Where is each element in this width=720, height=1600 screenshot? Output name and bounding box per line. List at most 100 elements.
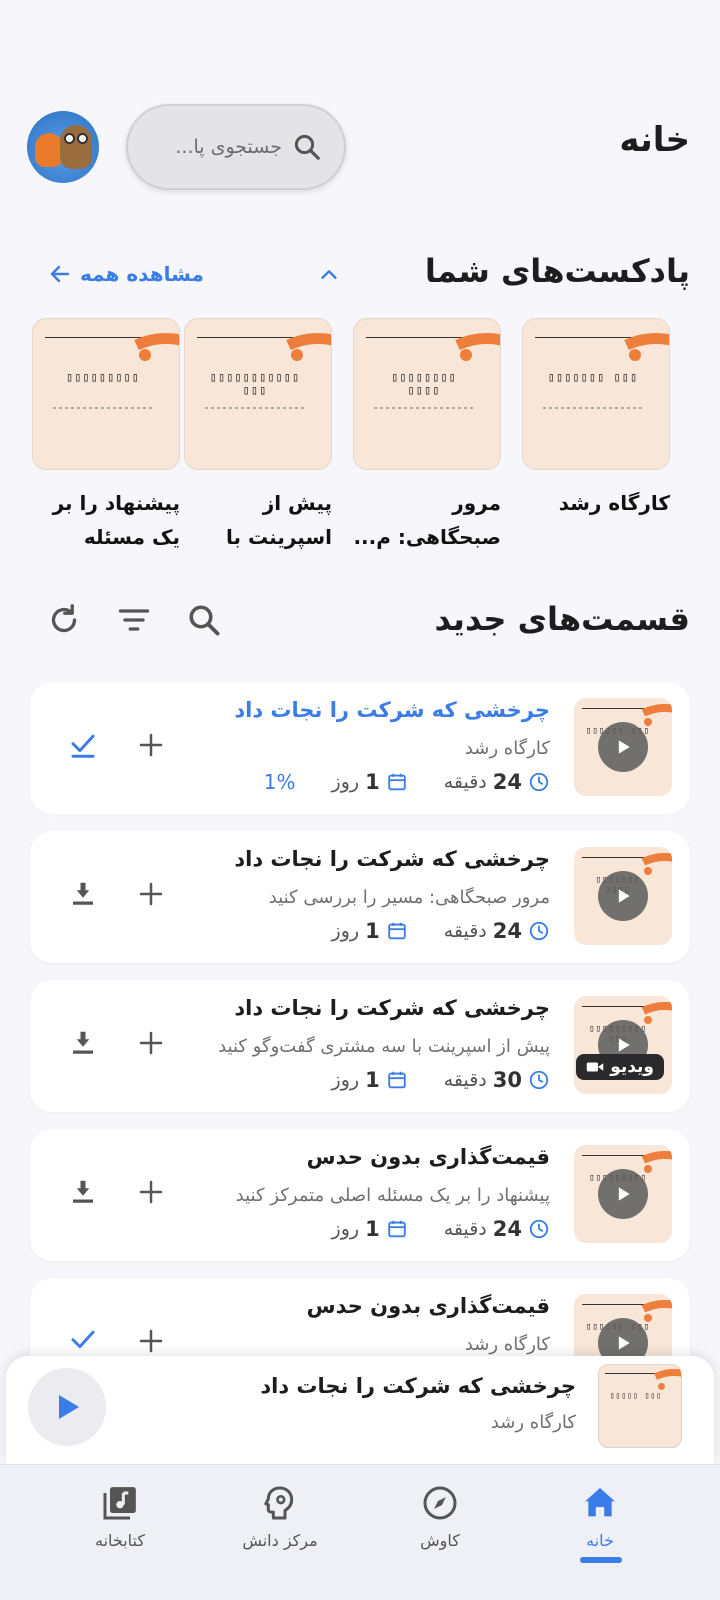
play-icon xyxy=(618,1038,630,1052)
play-icon xyxy=(618,1187,630,1201)
plus-icon[interactable] xyxy=(136,1028,166,1058)
episode-title: قیمت‌گذاری بدون حدس xyxy=(306,1145,550,1169)
check-icon[interactable] xyxy=(68,730,98,760)
home-icon xyxy=(585,1488,615,1517)
arrow-left-icon xyxy=(50,265,70,283)
search-episodes-icon[interactable] xyxy=(186,602,222,638)
download-icon[interactable] xyxy=(68,1028,98,1058)
nav-knowledge[interactable]: مرکز دانش xyxy=(210,1483,350,1550)
age-value: 1 xyxy=(365,919,380,943)
episode-meta: 30 دقیقه 1 روز xyxy=(332,1068,550,1092)
age-unit: روز xyxy=(331,920,360,942)
podcast-title: مرور صبحگاهی: م... xyxy=(353,491,501,549)
header: خانه جستجوی پا... xyxy=(0,100,720,192)
play-button[interactable] xyxy=(598,1169,648,1219)
search-field[interactable]: جستجوی پا... xyxy=(126,104,346,190)
duration-value: 24 xyxy=(492,1217,522,1241)
duration-unit: دقیقه xyxy=(443,920,487,942)
episode-card[interactable]: ▯▯▯▯▯▯ ▯▯▯ چرخشی که شرکت را نجات داد کار… xyxy=(30,682,690,814)
download-icon[interactable] xyxy=(68,879,98,909)
episode-meta: 24 دقیقه 1 روز 1% xyxy=(264,770,550,794)
mini-player-play-button[interactable] xyxy=(28,1368,106,1446)
nav-home[interactable]: خانه xyxy=(530,1483,670,1550)
plus-icon[interactable] xyxy=(136,730,166,760)
episode-title: چرخشی که شرکت را نجات داد xyxy=(234,698,550,722)
duration-value: 30 xyxy=(492,1068,522,1092)
play-button[interactable] xyxy=(598,871,648,921)
check-icon[interactable] xyxy=(68,1326,98,1356)
nav-explore-label: کاوش xyxy=(420,1531,460,1550)
mini-player[interactable]: ▯▯▯▯▯ ▯▯▯ چرخشی که شرکت را نجات داد کارگ… xyxy=(6,1356,714,1464)
avatar[interactable] xyxy=(27,111,99,183)
clock-icon xyxy=(529,1070,549,1090)
podcast-card[interactable]: ▯▯▯▯▯▯▯▯▯▯▯ ▯▯▯ پیش از اسپرینت با س... xyxy=(184,318,332,554)
clock-icon xyxy=(529,1219,549,1239)
cover-text: ▯▯▯▯▯▯▯▯ ▯▯▯▯ xyxy=(391,370,457,397)
episode-podcast: مرور صبحگاهی: مسیر را بررسی کنید xyxy=(268,887,550,908)
episode-podcast: کارگاه رشد xyxy=(464,1334,550,1355)
plus-icon[interactable] xyxy=(136,1177,166,1207)
age-unit: روز xyxy=(331,1218,360,1240)
brain-icon xyxy=(264,1486,294,1520)
nav-home-label: خانه xyxy=(586,1531,614,1550)
episode-title: قیمت‌گذاری بدون حدس xyxy=(306,1294,550,1318)
podcasts-row: ▯▯▯▯▯▯▯ ▯▯▯ کارگاه رشد ▯▯▯▯▯▯▯▯ ▯▯▯▯ مرو… xyxy=(0,318,720,549)
thumb-text: ▯▯▯▯▯ ▯▯▯ xyxy=(609,1391,663,1400)
filter-icon[interactable] xyxy=(116,602,152,638)
podcast-title: کارگاه رشد xyxy=(558,491,670,515)
episode-thumbnail: ▯▯▯▯▯▯▯▯▯ xyxy=(574,1145,672,1243)
mini-player-podcast: کارگاه رشد xyxy=(490,1412,576,1433)
podcast-title: پیش از اسپرینت با س... xyxy=(226,491,332,549)
calendar-icon xyxy=(387,1220,406,1238)
play-icon xyxy=(618,740,630,754)
episode-card[interactable]: ▯▯▯▯▯▯▯ ▯▯▯▯ چرخشی که شرکت را نجات داد م… xyxy=(30,831,690,963)
calendar-icon xyxy=(387,1071,406,1089)
see-all-link[interactable]: مشاهده همه xyxy=(48,262,204,286)
episode-title: چرخشی که شرکت را نجات داد xyxy=(234,847,550,871)
episode-thumbnail: ▯▯▯▯▯▯▯ ▯▯▯▯ xyxy=(574,847,672,945)
duration-unit: دقیقه xyxy=(443,1218,487,1240)
search-placeholder[interactable]: جستجوی پا... xyxy=(150,136,282,158)
plus-icon[interactable] xyxy=(136,1326,166,1356)
episode-card[interactable]: ▯▯▯▯▯▯▯▯▯ ▯▯▯ چرخشی که شرکت را نجات داد … xyxy=(30,980,690,1112)
episode-card[interactable]: ▯▯▯▯▯▯▯▯▯ قیمت‌گذاری بدون حدس پیشنهاد را… xyxy=(30,1129,690,1261)
calendar-icon xyxy=(387,773,406,791)
video-badge: ویدیو xyxy=(576,1054,664,1080)
mini-player-title: چرخشی که شرکت را نجات داد xyxy=(260,1374,576,1398)
video-icon xyxy=(586,1062,604,1072)
podcast-cover: ▯▯▯▯▯▯▯▯▯▯▯ ▯▯▯ xyxy=(184,318,332,470)
podcast-cover: ▯▯▯▯▯▯▯▯▯ xyxy=(32,318,180,470)
video-label: ویدیو xyxy=(610,1057,654,1077)
avatar-eye xyxy=(77,133,88,144)
play-button[interactable] xyxy=(598,722,648,772)
refresh-icon[interactable] xyxy=(46,602,82,638)
clock-icon xyxy=(529,921,549,941)
bottom-nav: خانه کاوش مرکز دانش کتابخانه xyxy=(0,1464,720,1600)
episode-meta: 24 دقیقه 1 روز xyxy=(332,1217,550,1241)
library-icon xyxy=(103,1487,136,1520)
play-icon xyxy=(59,1395,79,1419)
progress-percent: 1% xyxy=(263,770,296,794)
plus-icon[interactable] xyxy=(136,879,166,909)
podcast-cover: ▯▯▯▯▯▯▯ ▯▯▯ xyxy=(522,318,670,470)
cover-text: ▯▯▯▯▯▯▯▯▯ xyxy=(65,370,141,384)
age-value: 1 xyxy=(365,770,380,794)
episode-podcast: پیش از اسپرینت با سه مشتری گفت‌وگو کنید xyxy=(218,1036,550,1057)
podcast-card[interactable]: ▯▯▯▯▯▯▯ ▯▯▯ کارگاه رشد xyxy=(522,318,670,554)
age-unit: روز xyxy=(331,771,360,793)
nav-library[interactable]: کتابخانه xyxy=(50,1483,190,1550)
episode-podcast: کارگاه رشد xyxy=(464,738,550,759)
chevron-up-icon[interactable] xyxy=(318,264,340,286)
podcast-card[interactable]: ▯▯▯▯▯▯▯▯ ▯▯▯▯ مرور صبحگاهی: م... xyxy=(353,318,501,554)
nav-explore[interactable]: کاوش xyxy=(370,1483,510,1550)
download-icon[interactable] xyxy=(68,1177,98,1207)
duration-unit: دقیقه xyxy=(443,1069,487,1091)
podcast-card[interactable]: ▯▯▯▯▯▯▯▯▯ پیشنهاد را بر یک مسئله اص... xyxy=(32,318,180,554)
podcast-cover: ▯▯▯▯▯▯▯▯ ▯▯▯▯ xyxy=(353,318,501,470)
avatar-fox xyxy=(35,133,63,167)
podcast-title: پیشنهاد را بر یک مسئله اص... xyxy=(52,491,180,549)
podcasts-section-title: پادکست‌های شما xyxy=(424,252,690,290)
page-title: خانه xyxy=(619,120,690,160)
mini-player-thumbnail: ▯▯▯▯▯ ▯▯▯ xyxy=(598,1364,682,1448)
play-icon xyxy=(618,889,630,903)
